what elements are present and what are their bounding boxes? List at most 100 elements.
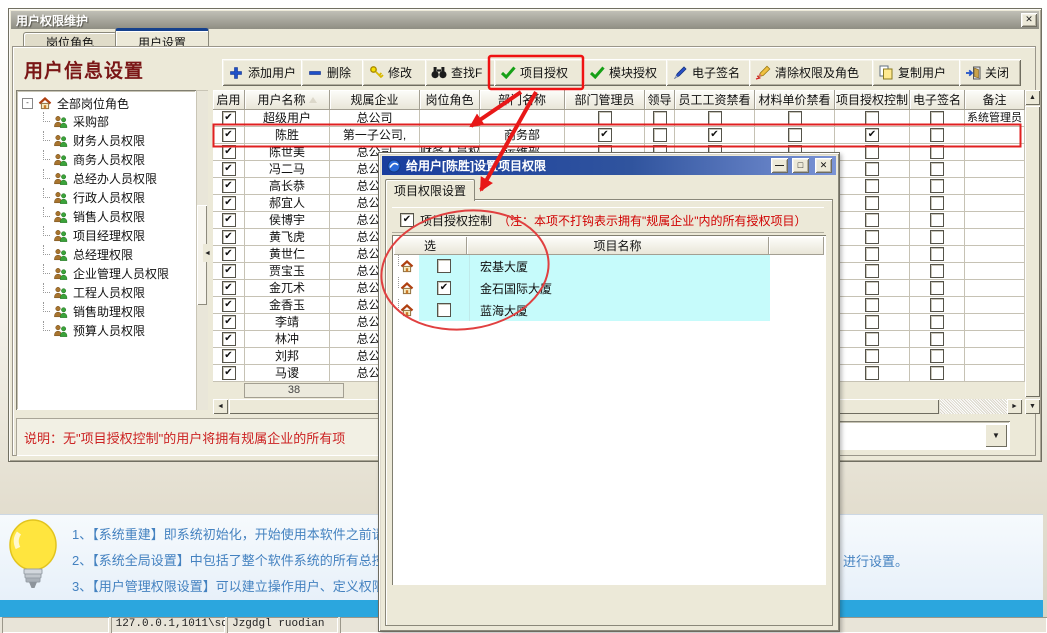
- enable-checkbox[interactable]: ✔: [222, 111, 236, 125]
- vscrollbar-thumb[interactable]: [1025, 106, 1040, 397]
- proj-auth-ctrl-checkbox[interactable]: [865, 264, 879, 278]
- copy-user-button[interactable]: 复制用户: [872, 59, 962, 86]
- project-checkbox[interactable]: ✔: [437, 281, 451, 295]
- esign-checkbox[interactable]: [930, 111, 944, 125]
- leader-checkbox[interactable]: [653, 111, 667, 125]
- proj-auth-ctrl-checkbox[interactable]: ✔: [865, 128, 879, 142]
- close-button[interactable]: 关闭: [959, 59, 1021, 86]
- dialog-minimize-button[interactable]: —: [771, 158, 788, 173]
- table-row[interactable]: ✔超级用户总公司系统管理员: [213, 110, 1025, 127]
- proj-auth-ctrl-checkbox[interactable]: [865, 332, 879, 346]
- scroll-up-icon[interactable]: ▲: [1025, 90, 1040, 105]
- esign-checkbox[interactable]: [930, 332, 944, 346]
- dept-admin-checkbox[interactable]: ✔: [598, 128, 612, 142]
- find-button[interactable]: 查找F: [425, 59, 497, 86]
- dialog-tab-project-permission[interactable]: 项目权限设置: [385, 179, 475, 201]
- esign-checkbox[interactable]: [930, 196, 944, 210]
- dept-admin-checkbox[interactable]: [598, 111, 612, 125]
- window-titlebar[interactable]: 用户权限维护: [11, 11, 1039, 29]
- column-header[interactable]: 电子签名: [910, 90, 965, 110]
- enable-checkbox[interactable]: ✔: [222, 196, 236, 210]
- column-header[interactable]: 部门名称: [480, 90, 565, 110]
- window-close-button[interactable]: ✕: [1021, 13, 1037, 27]
- esign-checkbox[interactable]: [930, 179, 944, 193]
- proj-auth-ctrl-checkbox[interactable]: [865, 349, 879, 363]
- project-row[interactable]: 蓝海大厦: [394, 299, 824, 321]
- material-hide-checkbox[interactable]: [788, 111, 802, 125]
- esign-checkbox[interactable]: [930, 162, 944, 176]
- enable-checkbox[interactable]: ✔: [222, 332, 236, 346]
- leader-checkbox[interactable]: [653, 128, 667, 142]
- column-header[interactable]: 员工工资禁看: [675, 90, 755, 110]
- column-header[interactable]: 材料单价禁看: [755, 90, 835, 110]
- dialog-maximize-button[interactable]: □: [792, 158, 809, 173]
- column-header[interactable]: 启用: [213, 90, 245, 110]
- clear-perm-role-button[interactable]: 清除权限及角色: [749, 59, 875, 86]
- enable-checkbox[interactable]: ✔: [222, 349, 236, 363]
- project-checkbox[interactable]: [437, 303, 451, 317]
- scroll-down-icon[interactable]: ▼: [1025, 399, 1040, 414]
- project-column-header[interactable]: 项目名称: [467, 237, 769, 255]
- tree-expander-icon[interactable]: -: [22, 98, 33, 109]
- tree-item[interactable]: 销售助理权限: [16, 302, 196, 321]
- combobox-dropdown-icon[interactable]: ▼: [985, 424, 1007, 447]
- tree-item[interactable]: 企业管理人员权限: [16, 264, 196, 283]
- esign-checkbox[interactable]: [930, 281, 944, 295]
- proj-auth-ctrl-checkbox[interactable]: [865, 247, 879, 261]
- esign-checkbox[interactable]: [930, 247, 944, 261]
- project-row[interactable]: 宏基大厦: [394, 255, 824, 277]
- column-header[interactable]: 项目授权控制: [835, 90, 910, 110]
- proj-auth-ctrl-checkbox[interactable]: [865, 230, 879, 244]
- material-hide-checkbox[interactable]: [788, 128, 802, 142]
- table-vscrollbar[interactable]: ▲ ▼: [1025, 90, 1040, 414]
- esign-checkbox[interactable]: [930, 145, 944, 159]
- esign-checkbox[interactable]: [930, 213, 944, 227]
- project-column-header[interactable]: [769, 237, 824, 255]
- tree-item[interactable]: 工程人员权限: [16, 283, 196, 302]
- tree-item[interactable]: 项目经理权限: [16, 226, 196, 245]
- modify-button[interactable]: 修改: [362, 59, 428, 86]
- proj-auth-ctrl-checkbox[interactable]: [865, 281, 879, 295]
- enable-checkbox[interactable]: ✔: [222, 213, 236, 227]
- module-auth-button[interactable]: 模块授权: [583, 59, 669, 86]
- add-user-button[interactable]: 添加用户: [222, 59, 304, 86]
- project-column-header[interactable]: 选: [394, 237, 467, 255]
- enable-checkbox[interactable]: ✔: [222, 162, 236, 176]
- proj-auth-ctrl-checkbox[interactable]: [865, 213, 879, 227]
- esign-checkbox[interactable]: [930, 128, 944, 142]
- esign-checkbox[interactable]: [930, 298, 944, 312]
- proj-auth-ctrl-checkbox[interactable]: [865, 298, 879, 312]
- column-header[interactable]: 领导: [645, 90, 675, 110]
- splitter-collapse-button[interactable]: ◄: [203, 244, 212, 262]
- project-checkbox[interactable]: [437, 259, 451, 273]
- project-auth-checkbox[interactable]: ✔: [400, 213, 414, 227]
- dialog-close-button[interactable]: ✕: [815, 158, 832, 173]
- enable-checkbox[interactable]: ✔: [222, 128, 236, 142]
- esign-button[interactable]: 电子签名: [666, 59, 752, 86]
- salary-hide-checkbox[interactable]: [708, 111, 722, 125]
- esign-checkbox[interactable]: [930, 349, 944, 363]
- tree-item[interactable]: 商务人员权限: [16, 150, 196, 169]
- enable-checkbox[interactable]: ✔: [222, 230, 236, 244]
- tree-item[interactable]: 财务人员权限: [16, 131, 196, 150]
- scroll-left-icon[interactable]: ◄: [213, 399, 228, 414]
- enable-checkbox[interactable]: ✔: [222, 298, 236, 312]
- esign-checkbox[interactable]: [930, 264, 944, 278]
- enable-checkbox[interactable]: ✔: [222, 315, 236, 329]
- enable-checkbox[interactable]: ✔: [222, 281, 236, 295]
- proj-auth-ctrl-checkbox[interactable]: [865, 179, 879, 193]
- enable-checkbox[interactable]: ✔: [222, 145, 236, 159]
- column-header[interactable]: 岗位角色: [420, 90, 480, 110]
- enable-checkbox[interactable]: ✔: [222, 366, 236, 380]
- delete-button[interactable]: 删除: [301, 59, 365, 86]
- tree-item[interactable]: 总经办人员权限: [16, 169, 196, 188]
- proj-auth-ctrl-checkbox[interactable]: [865, 315, 879, 329]
- column-header[interactable]: 用户名称: [245, 90, 330, 110]
- enable-checkbox[interactable]: ✔: [222, 179, 236, 193]
- table-row[interactable]: ✔陈胜第一子公司,商务部✔✔✔: [213, 127, 1025, 144]
- column-header[interactable]: 规属企业: [330, 90, 420, 110]
- project-auth-button[interactable]: 项目授权: [494, 59, 584, 86]
- esign-checkbox[interactable]: [930, 230, 944, 244]
- proj-auth-ctrl-checkbox[interactable]: [865, 162, 879, 176]
- enable-checkbox[interactable]: ✔: [222, 247, 236, 261]
